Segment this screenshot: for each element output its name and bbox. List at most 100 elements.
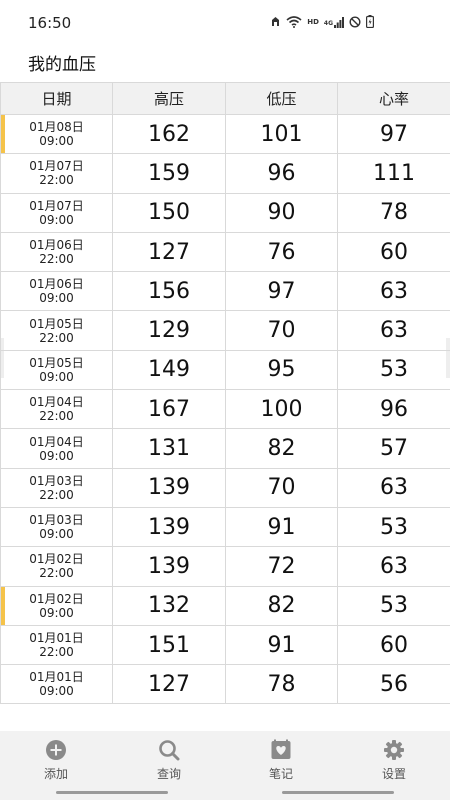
- nav-settings-button[interactable]: 设置: [354, 739, 434, 782]
- table-row[interactable]: 01月01日 09:00 127 78 56: [0, 664, 450, 704]
- date-text: 01月08日: [29, 120, 84, 135]
- do-not-disturb-icon: [349, 13, 361, 32]
- column-header-heart-rate: 心率: [337, 82, 450, 115]
- date-text: 01月07日: [29, 198, 84, 213]
- diastolic-cell: 78: [225, 664, 338, 704]
- time-text: 09:00: [39, 527, 74, 542]
- date-cell: 01月05日 09:00: [0, 349, 113, 391]
- table-row[interactable]: 01月06日 22:00 127 76 60: [0, 231, 450, 273]
- table-row[interactable]: 01月03日 09:00 139 91 53: [0, 506, 450, 548]
- diastolic-cell: 95: [225, 349, 338, 391]
- table-row[interactable]: 01月07日 09:00 150 90 78: [0, 192, 450, 233]
- table-row[interactable]: 01月04日 09:00 131 82 57: [0, 428, 450, 469]
- heart-rate-cell: 53: [337, 585, 450, 626]
- table-row[interactable]: 01月03日 22:00 139 70 63: [0, 467, 450, 508]
- add-circle-icon: [45, 739, 67, 761]
- nav-search-button[interactable]: 查询: [129, 739, 209, 782]
- status-time: 16:50: [28, 14, 72, 32]
- network-type: 4G: [323, 19, 333, 27]
- bottom-nav: 添加 查询 笔记 设置: [0, 731, 450, 800]
- date-cell: 01月05日 22:00: [0, 310, 113, 351]
- nav-search-label: 查询: [156, 767, 181, 781]
- systolic-cell: 156: [112, 271, 226, 312]
- nav-notes-button[interactable]: 笔记: [241, 739, 321, 782]
- status-bar: 16:50 HD 4G: [0, 0, 450, 44]
- date-cell: 01月03日 22:00: [0, 467, 113, 508]
- diastolic-cell: 70: [225, 467, 338, 508]
- heart-rate-cell: 111: [337, 153, 450, 194]
- date-cell: 01月02日 09:00: [0, 585, 113, 626]
- systolic-cell: 151: [112, 624, 226, 666]
- heart-rate-cell: 60: [337, 624, 450, 666]
- table-row[interactable]: 01月06日 09:00 156 97 63: [0, 271, 450, 312]
- date-cell: 01月03日 09:00: [0, 506, 113, 548]
- diastolic-cell: 100: [225, 389, 338, 430]
- diastolic-cell: 91: [225, 624, 338, 666]
- systolic-cell: 159: [112, 153, 226, 194]
- column-header-diastolic: 低压: [225, 82, 338, 115]
- date-cell: 01月07日 22:00: [0, 153, 113, 194]
- diastolic-cell: 82: [225, 428, 338, 469]
- date-cell: 01月04日 22:00: [0, 389, 113, 430]
- table-row[interactable]: 01月04日 22:00 167 100 96: [0, 389, 450, 430]
- heart-rate-cell: 78: [337, 192, 450, 233]
- row-marker: [1, 586, 5, 625]
- systolic-cell: 139: [112, 546, 226, 587]
- systolic-cell: 127: [112, 231, 226, 273]
- search-icon: [158, 739, 180, 761]
- systolic-cell: 132: [112, 585, 226, 626]
- table-row[interactable]: 01月02日 22:00 139 72 63: [0, 546, 450, 587]
- time-text: 22:00: [39, 252, 74, 267]
- date-text: 01月01日: [29, 670, 84, 685]
- time-text: 09:00: [39, 291, 74, 306]
- date-text: 01月01日: [29, 631, 84, 645]
- diastolic-cell: 96: [225, 153, 338, 194]
- table-row[interactable]: 01月02日 09:00 132 82 53: [0, 585, 450, 626]
- systolic-cell: 139: [112, 506, 226, 548]
- date-text: 01月07日: [29, 159, 84, 174]
- heart-rate-cell: 63: [337, 271, 450, 312]
- note-heart-icon: [270, 739, 292, 761]
- diastolic-cell: 76: [225, 231, 338, 273]
- time-text: 22:00: [39, 645, 74, 659]
- heart-rate-cell: 63: [337, 467, 450, 508]
- date-text: 01月06日: [29, 238, 84, 253]
- date-cell: 01月01日 09:00: [0, 664, 113, 704]
- date-text: 01月03日: [29, 513, 84, 528]
- diastolic-cell: 90: [225, 192, 338, 233]
- diastolic-cell: 82: [225, 585, 338, 626]
- bp-table-container[interactable]: 日期 高压 低压 心率 01月08日 09:00 162 101 97 01月07日 22:…: [0, 82, 450, 704]
- diastolic-cell: 72: [225, 546, 338, 587]
- heart-rate-cell: 56: [337, 664, 450, 704]
- heart-rate-cell: 57: [337, 428, 450, 469]
- heart-rate-cell: 97: [337, 113, 450, 155]
- page-title: 我的血压: [28, 55, 96, 75]
- table-row[interactable]: 01月07日 22:00 159 96 111: [0, 153, 450, 194]
- time-text: 22:00: [39, 566, 74, 581]
- systolic-cell: 129: [112, 310, 226, 351]
- diastolic-cell: 101: [225, 113, 338, 155]
- wifi-icon: [286, 13, 302, 32]
- systolic-cell: 149: [112, 349, 226, 391]
- table-row[interactable]: 01月01日 22:00 151 91 60: [0, 624, 450, 666]
- nav-notes-label: 笔记: [268, 767, 293, 781]
- time-text: 09:00: [39, 448, 74, 463]
- time-text: 09:00: [39, 684, 74, 699]
- table-row[interactable]: 01月05日 09:00 149 95 53: [0, 349, 450, 391]
- date-cell: 01月08日 09:00: [0, 113, 113, 155]
- time-text: 09:00: [39, 369, 74, 384]
- heart-rate-cell: 63: [337, 546, 450, 587]
- bp-table: 日期 高压 低压 心率 01月08日 09:00 162 101 97 01月07日 22:…: [0, 82, 450, 704]
- date-cell: 01月02日 22:00: [0, 546, 113, 587]
- home-indicator-right: [282, 791, 394, 794]
- table-row[interactable]: 01月08日 09:00 162 101 97: [0, 113, 450, 155]
- systolic-cell: 139: [112, 467, 226, 508]
- date-text: 01月04日: [29, 395, 84, 410]
- time-text: 22:00: [39, 487, 74, 502]
- table-row[interactable]: 01月05日 22:00 129 70 63: [0, 310, 450, 351]
- nav-add-label: 添加: [43, 767, 68, 781]
- time-text: 09:00: [39, 212, 74, 227]
- date-cell: 01月04日 09:00: [0, 428, 113, 469]
- nav-add-button[interactable]: 添加: [16, 739, 96, 782]
- date-text: 01月02日: [29, 552, 84, 567]
